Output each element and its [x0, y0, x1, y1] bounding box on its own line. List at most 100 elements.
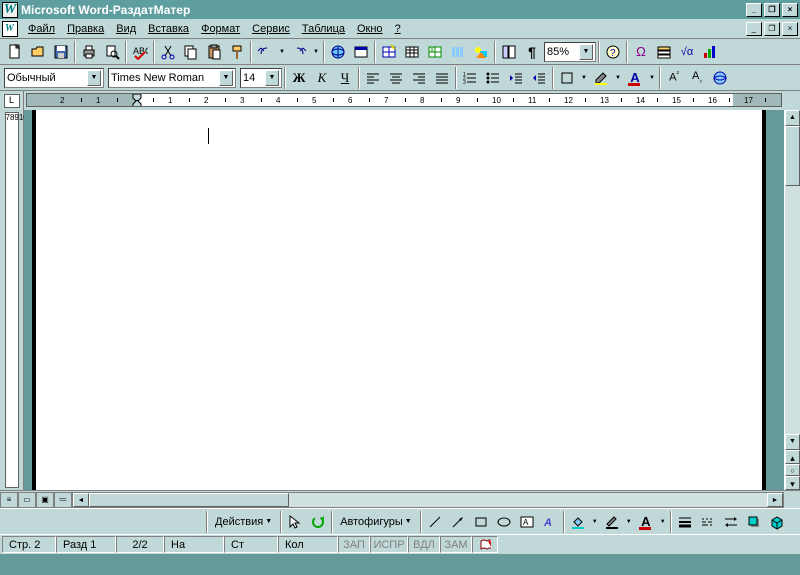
align-left-button[interactable]: [362, 67, 384, 89]
line-style-button[interactable]: [674, 511, 696, 533]
print-button[interactable]: [78, 41, 100, 63]
fill-color-dropdown[interactable]: ▼: [590, 511, 600, 533]
menu-help[interactable]: ?: [389, 21, 407, 37]
menu-table[interactable]: Таблица: [296, 21, 351, 37]
zoom-combo[interactable]: 85%▼: [544, 42, 596, 62]
horizontal-ruler[interactable]: 21123456789101112131415161718: [24, 91, 800, 110]
menu-window[interactable]: Окно: [351, 21, 389, 37]
status-spell-icon[interactable]: [472, 536, 498, 553]
lang-button[interactable]: [709, 67, 731, 89]
cut-button[interactable]: [157, 41, 179, 63]
copy-button[interactable]: [180, 41, 202, 63]
open-button[interactable]: [27, 41, 49, 63]
prev-page-button[interactable]: ▴: [785, 450, 800, 464]
excel-button[interactable]: X: [424, 41, 446, 63]
format-painter-button[interactable]: [226, 41, 248, 63]
select-objects-button[interactable]: [284, 511, 306, 533]
online-view-button[interactable]: ▭: [18, 492, 36, 508]
doc-close-button[interactable]: ×: [782, 22, 798, 36]
help-button[interactable]: ?: [602, 41, 624, 63]
horizontal-scrollbar[interactable]: ◄ ►: [72, 492, 784, 508]
scroll-left-button[interactable]: ◄: [73, 493, 89, 507]
status-ovr[interactable]: ЗАМ: [440, 536, 472, 553]
maximize-button[interactable]: ❐: [764, 3, 780, 17]
autoshapes-menu[interactable]: Автофигуры▼: [335, 512, 418, 532]
align-right-button[interactable]: [408, 67, 430, 89]
insert-rows-button[interactable]: [653, 41, 675, 63]
highlight-dropdown[interactable]: ▼: [613, 67, 623, 89]
outdent-button[interactable]: [505, 67, 527, 89]
print-preview-button[interactable]: [101, 41, 123, 63]
undo-button[interactable]: [254, 41, 276, 63]
indent-button[interactable]: [528, 67, 550, 89]
arrow-style-button[interactable]: [720, 511, 742, 533]
menu-service[interactable]: Сервис: [246, 21, 296, 37]
page-canvas[interactable]: [32, 110, 766, 490]
font-color-button[interactable]: A: [624, 67, 646, 89]
spelling-button[interactable]: ABC: [129, 41, 151, 63]
tab-selector[interactable]: L: [4, 94, 20, 108]
omega-button[interactable]: Ω: [630, 41, 652, 63]
font-color-draw-button[interactable]: A: [635, 511, 657, 533]
line-color-button[interactable]: [601, 511, 623, 533]
web-toolbar-button[interactable]: [350, 41, 372, 63]
font-color-draw-dropdown[interactable]: ▼: [658, 511, 668, 533]
status-ext[interactable]: ВДЛ: [408, 536, 440, 553]
superscript-button[interactable]: A²: [663, 67, 685, 89]
save-button[interactable]: [50, 41, 72, 63]
scroll-right-button[interactable]: ►: [767, 493, 783, 507]
3d-button[interactable]: [766, 511, 788, 533]
fill-color-button[interactable]: [567, 511, 589, 533]
show-marks-button[interactable]: ¶: [521, 41, 543, 63]
font-combo[interactable]: Times New Roman▼: [108, 68, 236, 88]
bullets-button[interactable]: [482, 67, 504, 89]
font-color-dropdown[interactable]: ▼: [647, 67, 657, 89]
dash-style-button[interactable]: [697, 511, 719, 533]
scroll-thumb[interactable]: [785, 126, 800, 186]
vertical-ruler[interactable]: 789101112131415161718: [0, 110, 24, 490]
scroll-track[interactable]: [785, 126, 800, 434]
browse-object-button[interactable]: ○: [785, 464, 800, 476]
textbox-button[interactable]: A: [516, 511, 538, 533]
numbering-button[interactable]: 123: [459, 67, 481, 89]
insert-table-button[interactable]: [401, 41, 423, 63]
align-justify-button[interactable]: [431, 67, 453, 89]
menu-format[interactable]: Формат: [195, 21, 246, 37]
vertical-scrollbar[interactable]: ▲ ▼ ▴ ○ ▾: [784, 110, 800, 490]
outline-view-button[interactable]: ≔: [54, 492, 72, 508]
italic-button[interactable]: К: [311, 67, 333, 89]
menu-insert[interactable]: Вставка: [142, 21, 195, 37]
doc-minimize-button[interactable]: _: [746, 22, 762, 36]
shadow-button[interactable]: [743, 511, 765, 533]
oval-button[interactable]: [493, 511, 515, 533]
subscript-button[interactable]: A₂: [686, 67, 708, 89]
menu-edit[interactable]: Правка: [61, 21, 110, 37]
menu-file[interactable]: Файл: [22, 21, 61, 37]
draw-actions-menu[interactable]: Действия▼: [210, 512, 278, 532]
close-button[interactable]: ×: [782, 3, 798, 17]
scroll-down-button[interactable]: ▼: [785, 434, 800, 450]
arrow-button[interactable]: [447, 511, 469, 533]
page-view-button[interactable]: ▣: [36, 492, 54, 508]
new-button[interactable]: [4, 41, 26, 63]
line-button[interactable]: [424, 511, 446, 533]
hyperlink-button[interactable]: [327, 41, 349, 63]
doc-restore-button[interactable]: ❐: [764, 22, 780, 36]
paste-button[interactable]: [203, 41, 225, 63]
style-combo[interactable]: Обычный▼: [4, 68, 104, 88]
underline-button[interactable]: Ч: [334, 67, 356, 89]
redo-button[interactable]: [288, 41, 310, 63]
hscroll-thumb[interactable]: [89, 493, 289, 507]
bold-button[interactable]: Ж: [288, 67, 310, 89]
normal-view-button[interactable]: ≡: [0, 492, 18, 508]
rectangle-button[interactable]: [470, 511, 492, 533]
menu-view[interactable]: Вид: [110, 21, 142, 37]
status-rec[interactable]: ЗАП: [338, 536, 370, 553]
align-center-button[interactable]: [385, 67, 407, 89]
borders-dropdown[interactable]: ▼: [579, 67, 589, 89]
status-trk[interactable]: ИСПР: [370, 536, 408, 553]
equation-button[interactable]: √α: [676, 41, 698, 63]
size-combo[interactable]: 14▼: [240, 68, 282, 88]
scroll-up-button[interactable]: ▲: [785, 110, 800, 126]
chart-button[interactable]: [699, 41, 721, 63]
